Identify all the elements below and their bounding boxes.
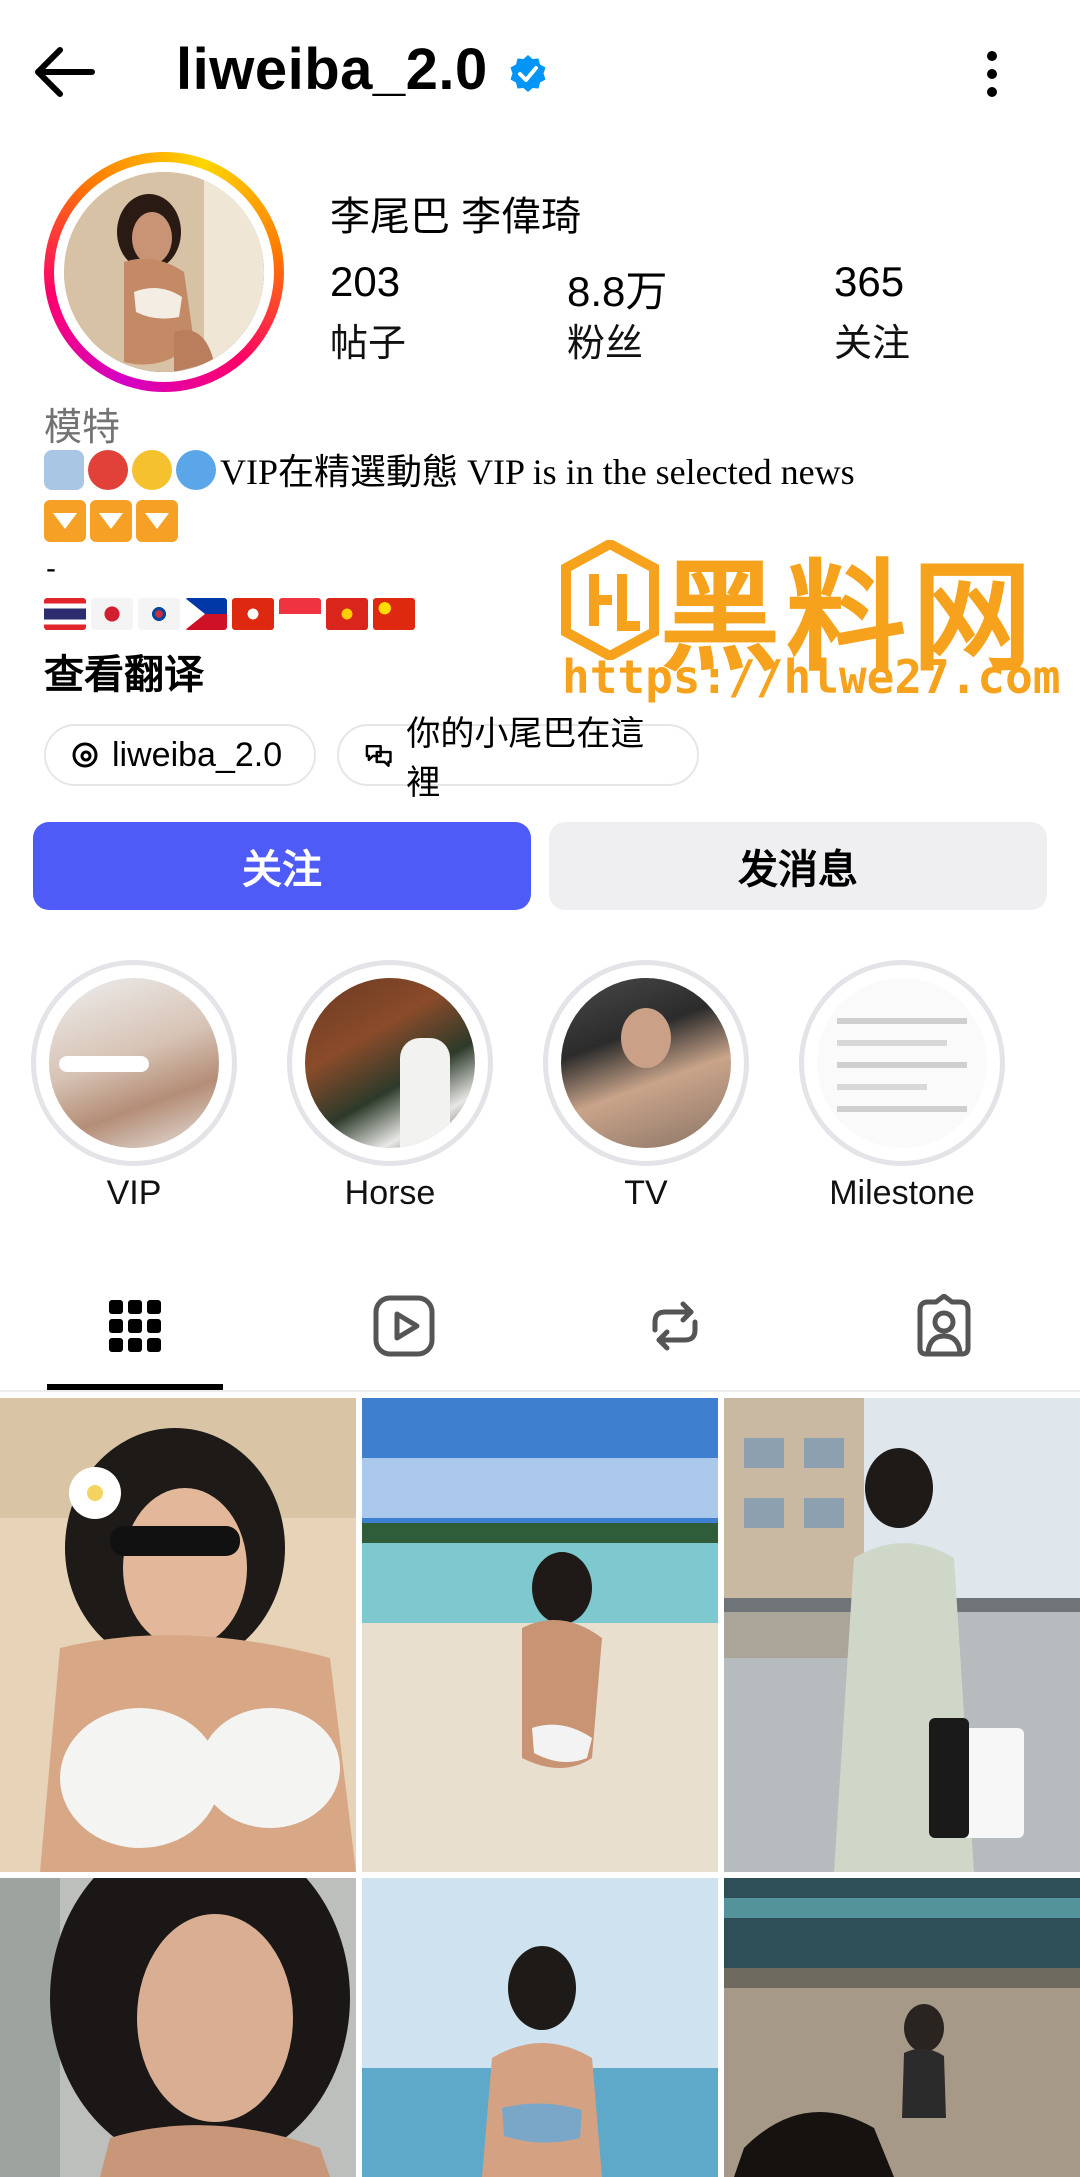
bio-line-1: VIP在精選動態 VIP is in the selected news — [44, 446, 944, 498]
username-title: liweiba_2.0 — [176, 37, 488, 102]
back-button[interactable] — [30, 42, 100, 102]
singapore-flag-icon — [279, 598, 321, 630]
following-label[interactable]: 关注 — [834, 312, 910, 367]
following-count[interactable]: 365 — [834, 258, 904, 306]
highlight-label: TV — [624, 1174, 668, 1212]
more-vertical-icon — [987, 51, 997, 97]
country-flags — [44, 598, 420, 630]
see-translation-link[interactable]: 查看翻译 — [44, 642, 204, 700]
avatar[interactable] — [64, 172, 264, 372]
thailand-flag-icon — [44, 598, 86, 630]
more-options-button[interactable] — [970, 46, 1014, 102]
posts-count[interactable]: 203 — [330, 258, 400, 306]
watermark-logo — [560, 538, 660, 662]
tab-divider — [0, 1390, 1080, 1392]
vietnam-flag-icon — [326, 598, 368, 630]
channel-link-chip[interactable]: 你的小尾巴在這裡 — [337, 715, 699, 802]
drooling-face-emoji-icon — [132, 450, 172, 490]
highlight-horse[interactable] — [287, 960, 493, 1166]
highlight-label: VIP — [106, 1174, 162, 1212]
chat-bubbles-icon — [365, 744, 392, 768]
hong-kong-flag-icon — [232, 598, 274, 630]
grid-post[interactable] — [362, 1398, 718, 1872]
grid-post[interactable] — [0, 1398, 356, 1872]
grid-post[interactable] — [724, 1878, 1080, 2177]
tab-tagged[interactable] — [912, 1293, 976, 1358]
verified-badge-icon — [508, 54, 548, 94]
reels-play-icon — [373, 1295, 435, 1357]
highlight-cover — [817, 978, 987, 1148]
threads-chip-label: liweiba_2.0 — [112, 735, 283, 774]
bio-dash: - — [46, 552, 56, 585]
down-arrow-icon — [136, 500, 178, 542]
repost-icon — [652, 1301, 698, 1351]
tab-reposts[interactable] — [643, 1294, 707, 1358]
link-emoji-icon — [44, 450, 84, 490]
threads-icon — [72, 742, 98, 768]
followers-label[interactable]: 粉丝 — [567, 312, 643, 367]
highlight-label: Milestone — [829, 1174, 975, 1212]
tagged-person-icon — [917, 1293, 971, 1357]
highlight-tv[interactable] — [543, 960, 749, 1166]
hot-face-emoji-icon — [88, 450, 128, 490]
tab-reels[interactable] — [372, 1294, 436, 1358]
posts-label[interactable]: 帖子 — [330, 312, 406, 367]
followers-count[interactable]: 8.8万 — [567, 258, 667, 319]
grid-post[interactable] — [362, 1878, 718, 2177]
highlight-vip[interactable] — [31, 960, 237, 1166]
highlight-cover — [305, 978, 475, 1148]
message-button[interactable]: 发消息 — [549, 822, 1047, 910]
grid-post[interactable] — [724, 1398, 1080, 1872]
highlight-cover — [49, 978, 219, 1148]
threads-link-chip[interactable]: liweiba_2.0 — [44, 724, 316, 786]
profile-category: 模特 — [44, 407, 121, 449]
philippines-flag-icon — [185, 598, 227, 630]
highlight-milestone[interactable] — [799, 960, 1005, 1166]
watermark-url: https://hlwe27.com — [562, 650, 1061, 704]
channel-chip-label: 你的小尾巴在這裡 — [406, 715, 645, 802]
south-korea-flag-icon — [138, 598, 180, 630]
down-arrow-icon — [44, 500, 86, 542]
highlight-cover — [561, 978, 731, 1148]
highlight-label: Horse — [344, 1174, 436, 1212]
grid-post[interactable] — [0, 1878, 356, 2177]
japan-flag-icon — [91, 598, 133, 630]
sweat-droplets-emoji-icon — [176, 450, 216, 490]
down-arrow-emojis — [44, 500, 182, 547]
full-name: 李尾巴 李偉琦 — [330, 195, 582, 239]
china-flag-icon — [373, 598, 415, 630]
grid-icon — [109, 1300, 161, 1352]
down-arrow-icon — [90, 500, 132, 542]
bio-text: VIP在精選動態 VIP is in the selected news — [220, 452, 855, 492]
arrow-left-icon — [35, 47, 95, 97]
follow-button[interactable]: 关注 — [33, 822, 531, 910]
tab-posts[interactable] — [103, 1294, 167, 1358]
